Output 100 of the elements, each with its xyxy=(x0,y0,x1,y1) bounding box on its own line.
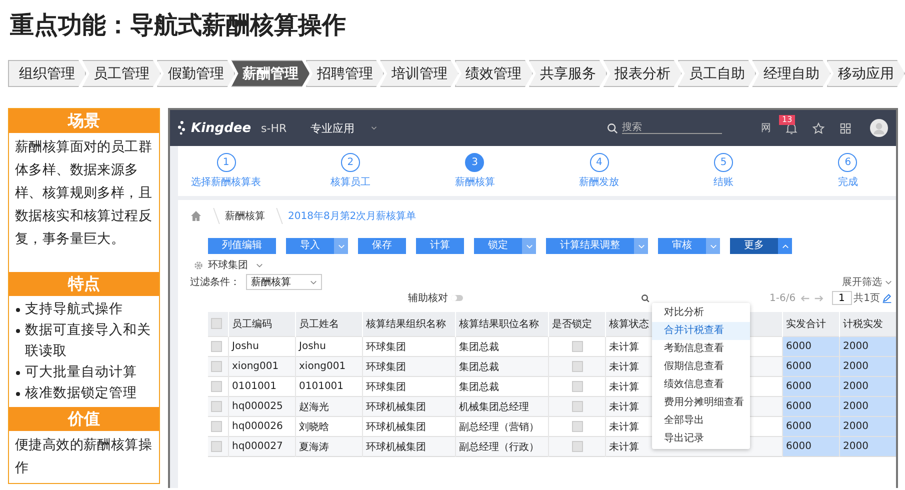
module-tab[interactable]: 招聘管理 xyxy=(306,60,384,87)
table-cell: 6000 xyxy=(782,356,840,376)
record-range: 1-6/6 xyxy=(770,292,796,304)
column-header[interactable]: 核算结果职位名称 xyxy=(456,312,548,336)
table-cell: 6000 xyxy=(782,336,840,356)
toggle-switch[interactable] xyxy=(451,295,463,301)
table-cell: 6000 xyxy=(782,436,840,456)
gear-icon[interactable] xyxy=(194,260,203,270)
app-menu[interactable]: 专业应用 xyxy=(310,120,355,136)
checkbox[interactable] xyxy=(211,360,222,372)
module-tab[interactable]: 假勤管理 xyxy=(156,60,236,87)
table-cell: 赵海光 xyxy=(296,396,362,416)
bullet-text: 数据可直接导入和关联读取 xyxy=(25,321,152,361)
column-header[interactable]: 员工编码 xyxy=(228,312,296,336)
checkbox[interactable] xyxy=(211,318,222,330)
brand-logo: Kingdee xyxy=(191,120,252,136)
panel-heading: 场景 xyxy=(9,109,159,133)
pencil-icon[interactable] xyxy=(882,293,892,303)
avatar-icon[interactable] xyxy=(870,119,888,137)
dropdown-button[interactable] xyxy=(706,238,720,254)
module-tab[interactable]: 绩效管理 xyxy=(454,60,533,87)
caret-icon xyxy=(370,126,377,130)
header-link[interactable]: 网 xyxy=(761,121,771,135)
column-header[interactable]: 实发合计 xyxy=(782,312,840,336)
column-header[interactable]: 员工姓名 xyxy=(296,312,362,336)
table-cell: 2000 xyxy=(840,416,896,436)
home-icon[interactable] xyxy=(190,210,202,222)
org-selector[interactable]: 环球集团 xyxy=(208,258,248,272)
dropdown-button[interactable] xyxy=(334,238,348,254)
table-cell: hq000027 xyxy=(228,436,296,456)
column-header[interactable]: 是否锁定 xyxy=(548,312,606,336)
checkbox[interactable] xyxy=(211,440,222,452)
notification-badge: 13 xyxy=(779,114,796,124)
module-tab[interactable]: 组织管理 xyxy=(8,60,86,87)
module-tab[interactable]: 培训管理 xyxy=(380,60,459,87)
table-cell: 环球集团 xyxy=(362,356,456,376)
checkbox[interactable] xyxy=(211,340,222,352)
table-cell: xiong001 xyxy=(228,356,296,376)
search-field[interactable]: 搜索 xyxy=(622,122,722,134)
panel-text: 便捷高效的薪酬核算操作 xyxy=(15,436,154,478)
menu-item[interactable]: 对比分析 xyxy=(652,304,750,322)
logo-icon xyxy=(178,121,185,135)
bullet-icon xyxy=(16,392,20,396)
caret-icon xyxy=(885,280,892,284)
dropdown-button[interactable] xyxy=(634,238,648,254)
menu-item[interactable]: 假期信息查看 xyxy=(652,358,750,376)
caret-icon xyxy=(710,244,716,248)
checkbox[interactable] xyxy=(572,400,582,412)
table-cell: 6000 xyxy=(782,416,840,436)
checkbox[interactable] xyxy=(572,340,582,352)
table-cell: 2000 xyxy=(840,376,896,396)
module-tab[interactable]: 员工管理 xyxy=(82,60,161,87)
checkbox[interactable] xyxy=(211,420,222,432)
table-cell: 副总经理（行政） xyxy=(456,436,548,456)
module-tab[interactable]: 经理自助 xyxy=(752,60,831,87)
search-icon[interactable] xyxy=(640,294,650,302)
panel-heading: 价值 xyxy=(9,407,159,431)
filter-label: 过滤条件： xyxy=(190,276,240,289)
checkbox[interactable] xyxy=(572,440,582,452)
panel-text: 薪酬核算面对的员工群体多样、数据来源多样、核算规则多样，且数据核实和核算过程反复，事务量巨大。 xyxy=(15,138,154,249)
module-tab[interactable]: 员工自助 xyxy=(678,60,756,87)
bullet-icon xyxy=(16,371,20,375)
module-tab[interactable]: 共享服务 xyxy=(528,60,608,87)
bullet-text: 核准数据锁定管理 xyxy=(25,384,137,403)
dropdown-button[interactable] xyxy=(778,238,792,254)
module-tab[interactable]: 报表分析 xyxy=(603,60,682,87)
breadcrumb-item[interactable]: 薪酬核算 xyxy=(225,209,265,223)
caret-icon xyxy=(256,262,263,268)
menu-item[interactable]: 合并计税查看 xyxy=(652,322,750,340)
arrow-left-icon[interactable] xyxy=(800,294,810,302)
checkbox[interactable] xyxy=(211,380,222,392)
bullet-icon xyxy=(16,308,20,312)
star-icon[interactable] xyxy=(812,122,825,134)
grid-icon[interactable] xyxy=(839,122,852,134)
table-cell: 集团总裁 xyxy=(456,356,548,376)
page-field[interactable]: 1 xyxy=(832,291,852,305)
table-cell: xiong001 xyxy=(296,356,362,376)
filter-select[interactable]: 薪酬核算 xyxy=(246,274,322,290)
menu-item[interactable]: 考勤信息查看 xyxy=(652,340,750,358)
checkbox[interactable] xyxy=(572,360,582,372)
expand-filter-link[interactable]: 展开筛选 xyxy=(842,275,882,289)
menu-item[interactable]: 绩效信息查看 xyxy=(652,376,750,394)
page-count: 共1页 xyxy=(854,292,880,305)
arrow-right-icon[interactable] xyxy=(814,294,824,302)
assist-label: 辅助核对 xyxy=(408,292,448,305)
checkbox[interactable] xyxy=(572,420,582,432)
table-cell: 2000 xyxy=(840,356,896,376)
toolbar-button[interactable]: 更多 xyxy=(730,238,778,254)
table-cell: 2000 xyxy=(840,336,896,356)
menu-item[interactable]: 费用分摊明细查看 xyxy=(652,394,750,412)
column-header[interactable]: 计税实发 xyxy=(840,312,896,336)
table-cell: 6000 xyxy=(782,376,840,396)
dropdown-button[interactable] xyxy=(522,238,536,254)
column-header[interactable]: 核算结果组织名称 xyxy=(362,312,456,336)
caret-icon xyxy=(782,244,788,248)
checkbox[interactable] xyxy=(211,400,222,412)
module-tab[interactable]: 移动应用 xyxy=(826,60,905,87)
checkbox[interactable] xyxy=(572,380,582,392)
module-tab[interactable]: 薪酬管理 xyxy=(231,60,310,87)
table-cell: 夏海涛 xyxy=(296,436,362,456)
